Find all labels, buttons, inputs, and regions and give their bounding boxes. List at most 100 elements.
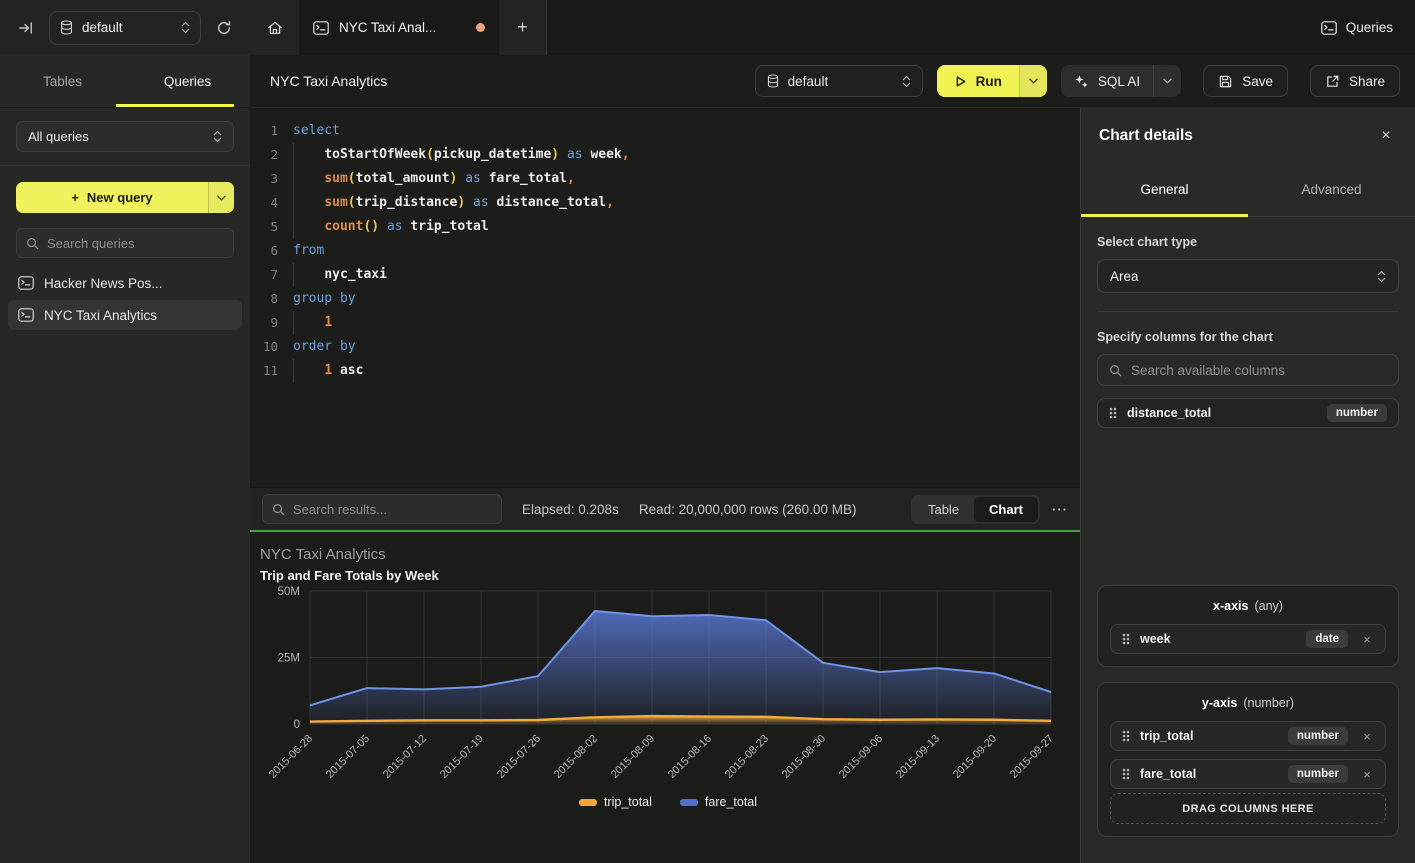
elapsed-stat: Elapsed: 0.208s [522,502,619,517]
save-button[interactable]: Save [1203,65,1288,97]
legend-swatch [579,799,597,806]
code-line[interactable]: 5 count() as trip_total [250,215,1080,239]
sidebar-tab-queries[interactable]: Queries [125,55,250,107]
tab-title: NYC Taxi Anal... [339,20,436,35]
sql-ai-button[interactable]: SQL AI [1061,65,1181,97]
top-bar-left: default [0,0,250,55]
spacer [1097,436,1399,585]
svg-text:2015-07-26: 2015-07-26 [495,733,543,781]
column-name: fare_total [1140,767,1196,781]
results-search[interactable] [262,494,502,524]
top-bar: default NYC Taxi Anal... [0,0,1415,55]
query-icon [18,308,34,322]
run-button-main[interactable]: Run [937,65,1019,97]
sql-editor[interactable]: 1select2 toStartOfWeek(pickup_datetime) … [250,108,1080,487]
new-query-main[interactable]: +New query [16,182,208,213]
run-options-button[interactable] [1019,65,1047,97]
remove-column-button[interactable]: × [1360,632,1374,647]
drag-handle-icon[interactable] [1122,730,1130,742]
drag-handle-icon[interactable] [1122,768,1130,780]
run-button[interactable]: Run [937,65,1047,97]
drag-columns-dropzone[interactable]: DRAG COLUMNS HERE [1110,793,1386,824]
view-toggle-chart[interactable]: Chart [974,497,1038,522]
panel-tab-advanced[interactable]: Advanced [1248,163,1415,216]
plus-icon: + [71,190,79,205]
chart-canvas[interactable]: 50M25M02015-06-282015-07-052015-07-12201… [260,583,1076,795]
code-line[interactable]: 2 toStartOfWeek(pickup_datetime) as week… [250,143,1080,167]
column-chip[interactable]: weekdate× [1110,624,1386,654]
collapse-sidebar-button[interactable] [12,14,40,42]
column-chip[interactable]: distance_totalnumber [1097,398,1399,428]
chart-type-select[interactable]: Area [1097,259,1399,293]
new-tab-button[interactable]: + [499,0,547,55]
query-search[interactable] [16,228,234,258]
unsaved-changes-dot [476,23,485,32]
queries-nav-button[interactable]: Queries [1321,20,1393,35]
code-text: nyc_taxi [293,263,387,287]
topbar-database-value: default [82,20,123,35]
query-search-input[interactable] [47,236,224,251]
code-line[interactable]: 10order by [250,335,1080,359]
new-query-dropdown-button[interactable] [208,182,234,213]
panel-tab-general[interactable]: General [1081,163,1248,216]
results-search-input[interactable] [293,502,492,517]
legend-item[interactable]: trip_total [579,795,652,809]
home-button[interactable] [250,0,299,55]
column-chip[interactable]: fare_total number × [1110,759,1386,789]
code-line[interactable]: 7 nyc_taxi [250,263,1080,287]
line-number: 4 [250,191,278,215]
legend-label: trip_total [604,795,652,809]
panel-title: Chart details [1099,127,1193,145]
legend-item[interactable]: fare_total [680,795,757,809]
updown-chevron-icon [181,21,190,34]
query-filter-select[interactable]: All queries [16,121,234,152]
header-database-selector[interactable]: default [755,65,923,97]
refresh-button[interactable] [210,14,238,42]
x-axis-columns: weekdate× [1110,624,1386,654]
column-type-badge: number [1288,765,1348,783]
drag-handle-icon[interactable] [1122,633,1130,645]
code-line[interactable]: 8group by [250,287,1080,311]
results-toolbar: Elapsed: 0.208s Read: 20,000,000 rows (2… [250,487,1080,530]
y-axis-columns: trip_totalnumber×fare_totalnumber× [1110,721,1386,789]
column-type-badge: number [1288,727,1348,745]
chevron-down-icon [1029,78,1038,84]
line-number: 11 [250,359,278,383]
code-line[interactable]: 1select [250,119,1080,143]
columns-search[interactable] [1097,354,1399,386]
code-line[interactable]: 6from [250,239,1080,263]
query-list-item[interactable]: NYC Taxi Analytics [8,300,242,330]
tab-nyc-taxi-analytics[interactable]: NYC Taxi Anal... [299,0,499,55]
x-axis-hint: (any) [1254,599,1282,613]
code-line[interactable]: 11 1 asc [250,359,1080,383]
remove-column-button[interactable]: × [1360,729,1374,744]
save-label: Save [1242,74,1273,89]
more-options-button[interactable]: ··· [1052,502,1068,517]
code-line[interactable]: 3 sum(total_amount) as fare_total, [250,167,1080,191]
line-number: 2 [250,143,278,167]
sidebar: Tables Queries All queries +New query [0,55,250,863]
line-number: 8 [250,287,278,311]
sql-ai-options-button[interactable] [1153,65,1181,97]
view-toggle-table[interactable]: Table [913,497,974,522]
sql-ai-label: SQL AI [1098,74,1140,89]
chart-details-panel: Chart details × General Advanced Select … [1080,108,1415,863]
code-text: sum(total_amount) as fare_total, [293,167,575,191]
code-line[interactable]: 9 1 [250,311,1080,335]
column-name: distance_total [1127,406,1211,420]
topbar-database-selector[interactable]: default [49,11,201,45]
share-label: Share [1349,74,1385,89]
close-panel-button[interactable]: × [1375,127,1397,145]
columns-search-input[interactable] [1131,363,1387,378]
code-line[interactable]: 4 sum(trip_distance) as distance_total, [250,191,1080,215]
query-list-item[interactable]: Hacker News Pos... [8,268,242,298]
column-chip[interactable]: trip_totalnumber× [1110,721,1386,751]
updown-chevron-icon [902,75,911,88]
share-button[interactable]: Share [1310,65,1400,97]
svg-text:2015-09-20: 2015-09-20 [951,733,999,781]
remove-column-button[interactable]: × [1360,767,1374,782]
sidebar-tab-tables[interactable]: Tables [0,55,125,107]
new-query-button[interactable]: +New query [16,182,234,213]
drag-handle-icon[interactable] [1109,407,1117,419]
sql-ai-main[interactable]: SQL AI [1061,65,1153,97]
